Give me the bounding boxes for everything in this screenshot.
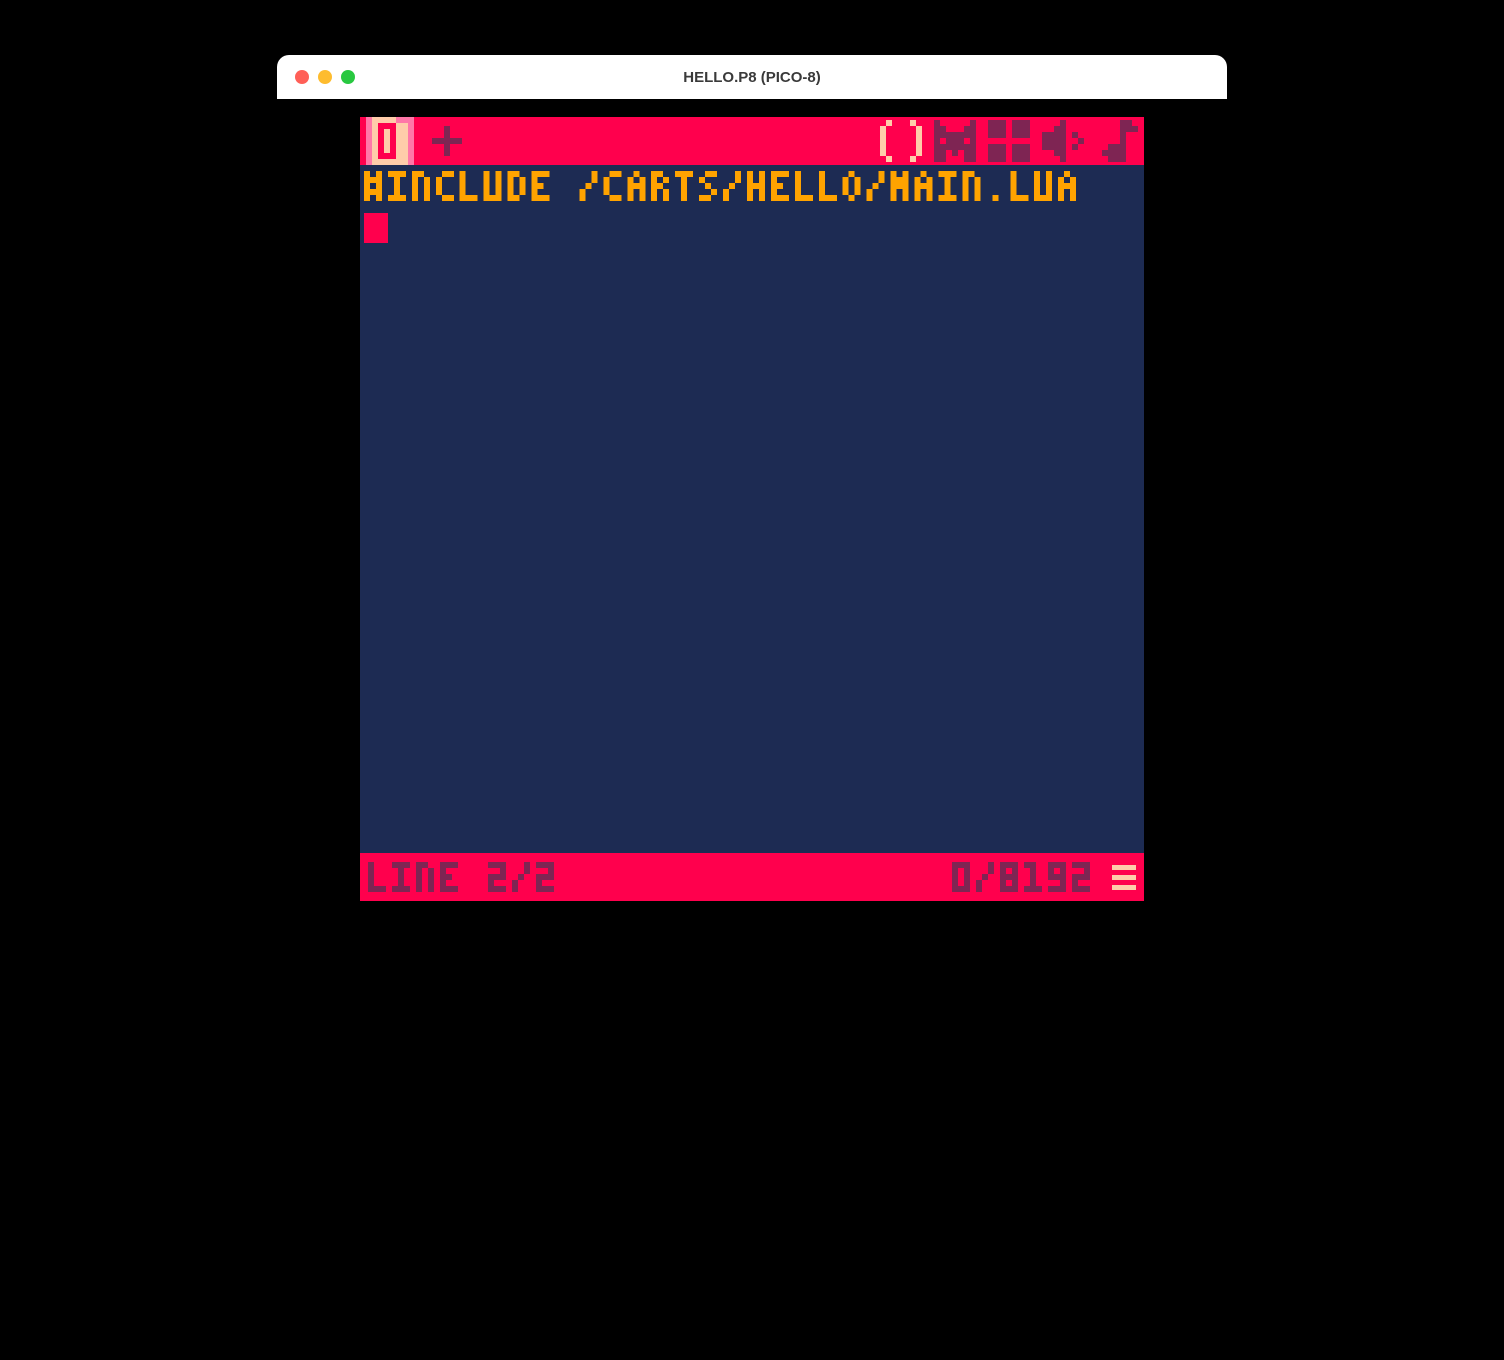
- tab-page-icon: [366, 117, 414, 165]
- code-editor[interactable]: [360, 165, 1144, 853]
- status-token-label: [952, 862, 1102, 892]
- traffic-lights: [295, 70, 355, 84]
- parentheses-icon: [880, 120, 922, 162]
- add-tab-button[interactable]: [432, 126, 462, 156]
- plus-icon: [432, 126, 462, 156]
- cat-icon: [934, 120, 976, 162]
- hamburger-line-icon: [1112, 875, 1136, 880]
- music-editor-tab[interactable]: [1096, 120, 1138, 162]
- toolbar: [360, 117, 1144, 165]
- text-cursor: [364, 213, 388, 243]
- code-editor-tab[interactable]: [880, 120, 922, 162]
- sprite-editor-tab[interactable]: [934, 120, 976, 162]
- close-button[interactable]: [295, 70, 309, 84]
- music-note-icon: [1096, 120, 1138, 162]
- hamburger-line-icon: [1112, 885, 1136, 890]
- hamburger-line-icon: [1112, 865, 1136, 870]
- maximize-button[interactable]: [341, 70, 355, 84]
- sfx-editor-tab[interactable]: [1042, 120, 1084, 162]
- status-right: [952, 862, 1136, 892]
- map-editor-tab[interactable]: [988, 120, 1030, 162]
- app-window: HELLO.P8 (PICO-8): [277, 55, 1227, 935]
- window-title: HELLO.P8 (PICO-8): [683, 69, 821, 86]
- menu-button[interactable]: [1112, 865, 1136, 890]
- tab-button-0[interactable]: [366, 117, 414, 165]
- titlebar[interactable]: HELLO.P8 (PICO-8): [277, 55, 1227, 99]
- status-line-label: [368, 862, 568, 892]
- grid-icon: [988, 120, 1030, 162]
- minimize-button[interactable]: [318, 70, 332, 84]
- pico-container: [277, 99, 1227, 935]
- code-line-1: [364, 171, 1124, 207]
- toolbar-right: [880, 120, 1138, 162]
- toolbar-left: [366, 117, 462, 165]
- statusbar: [360, 853, 1144, 901]
- speaker-icon: [1042, 120, 1084, 162]
- pico-screen: [360, 117, 1144, 901]
